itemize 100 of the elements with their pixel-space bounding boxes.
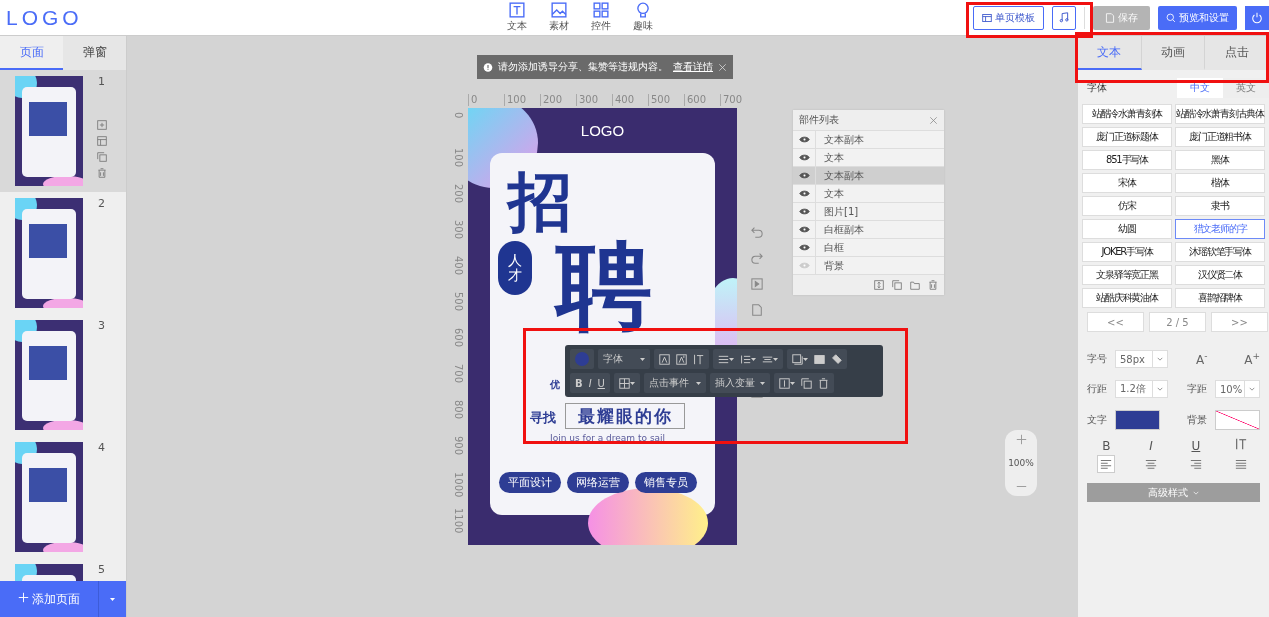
font-option[interactable]: 楷体	[1175, 173, 1265, 193]
font-option[interactable]: 喜鹊招牌体	[1175, 288, 1265, 308]
page-number: 5	[98, 563, 105, 576]
undo-button[interactable]	[751, 226, 763, 238]
font-option[interactable]: 庞门正道粗书体	[1175, 127, 1265, 147]
spacing-button[interactable]	[762, 353, 778, 365]
selected-headline[interactable]: 最耀眼的你	[565, 403, 685, 429]
font-option[interactable]: JOKER手写体	[1082, 242, 1172, 262]
format-button[interactable]: B	[1102, 438, 1111, 453]
page-item[interactable]: 4	[0, 436, 126, 558]
play-button[interactable]	[751, 278, 763, 290]
layer-name: 图片[1]	[823, 204, 859, 219]
copy-button[interactable]	[892, 280, 902, 290]
page-item[interactable]: 5	[0, 558, 126, 581]
close-icon	[718, 62, 727, 72]
background-color-swatch[interactable]	[1215, 410, 1260, 430]
alert-icon	[483, 61, 493, 73]
template-button[interactable]	[97, 136, 107, 146]
close-button[interactable]	[929, 115, 938, 125]
click-event-dropdown[interactable]: 点击事件	[643, 373, 706, 393]
shadow-button[interactable]	[792, 353, 808, 365]
align-button[interactable]	[718, 353, 734, 365]
delete-button[interactable]	[817, 377, 829, 389]
add-page-button[interactable]: 添加页面	[0, 581, 99, 617]
layer-name: 白框副本	[823, 222, 864, 237]
tool-button[interactable]: 趣味	[626, 2, 660, 33]
font-option[interactable]: 文泉驿等宽正黑	[1082, 265, 1172, 285]
copy-button[interactable]	[800, 377, 812, 389]
property-tab[interactable]: 文本	[1078, 36, 1142, 70]
layer-row[interactable]: 白框	[793, 238, 944, 256]
increase-font-button[interactable]: A$^{+}$	[1244, 351, 1260, 367]
panel-tab[interactable]: 弹窗	[63, 36, 126, 70]
layer-row[interactable]: 文本	[793, 148, 944, 166]
font-option[interactable]: 站酷冷水萧青刻体	[1082, 104, 1172, 124]
page-indicator: 2 / 5	[1149, 312, 1206, 332]
page-item[interactable]: 2	[0, 192, 126, 314]
eye-icon	[798, 224, 810, 235]
font-option[interactable]: 庞门正道标题体	[1082, 127, 1172, 147]
layer-row[interactable]: 图片[1]	[793, 202, 944, 220]
music-button[interactable]	[1052, 5, 1076, 30]
font-option[interactable]: 黑体	[1175, 150, 1265, 170]
tool-button[interactable]: 文本	[500, 2, 534, 33]
format-button[interactable]: B	[575, 377, 583, 389]
format-button[interactable]: I	[588, 377, 592, 389]
variable-dropdown[interactable]: 插入变量	[709, 373, 770, 393]
shrink-text-button[interactable]	[659, 353, 670, 365]
grow-text-button[interactable]	[676, 353, 687, 365]
tool-button[interactable]: 素材	[542, 2, 576, 33]
layer-row[interactable]: 文本	[793, 184, 944, 202]
font-option[interactable]: 851手写体	[1082, 150, 1172, 170]
preview-button[interactable]: 预览和设置	[1158, 5, 1237, 30]
tool-button[interactable]: 控件	[584, 2, 618, 33]
zoom-in-button[interactable]	[1015, 434, 1027, 445]
format-button[interactable]: I	[1149, 438, 1153, 453]
folder-button[interactable]	[910, 280, 920, 290]
power-button[interactable]	[1245, 5, 1269, 30]
layer-row[interactable]: 背景	[793, 256, 944, 274]
layer-row[interactable]: 文本副本	[793, 166, 944, 184]
details-link[interactable]: 查看详情	[673, 60, 713, 74]
letter-spacing-select[interactable]: 10%	[1215, 380, 1260, 398]
color-picker[interactable]	[575, 352, 589, 366]
redo-button[interactable]	[751, 252, 763, 264]
font-option[interactable]: 隶书	[1175, 196, 1265, 216]
next-button[interactable]: >>	[1211, 312, 1268, 332]
delete-button[interactable]	[928, 280, 938, 290]
text-box-button[interactable]	[814, 353, 825, 365]
font-option[interactable]: 幼圆	[1082, 219, 1172, 239]
font-option[interactable]: 汉仪贤二体	[1175, 265, 1265, 285]
vertical-text-button[interactable]	[693, 353, 704, 365]
font-option[interactable]: 站酷冷水萧青刻古典体	[1175, 104, 1265, 124]
page-item[interactable]: 3	[0, 314, 126, 436]
delete-button[interactable]	[97, 168, 107, 178]
layer-order-button[interactable]	[778, 377, 795, 389]
line-height-select[interactable]: 1.2倍	[1115, 380, 1168, 398]
page-item[interactable]: 1	[0, 70, 126, 192]
font-option[interactable]: 站酷庆科黄油体	[1082, 288, 1172, 308]
layer-row[interactable]: 文本副本	[793, 130, 944, 148]
font-option[interactable]: 仿宋	[1082, 196, 1172, 216]
font-option[interactable]: 沐瑶软笔手写体	[1175, 242, 1265, 262]
font-option[interactable]: 宋体	[1082, 173, 1172, 193]
copy-button[interactable]	[97, 152, 107, 162]
add-page-button[interactable]	[97, 120, 107, 130]
page-button[interactable]	[751, 304, 763, 316]
eye-icon	[798, 260, 810, 271]
line-height-button[interactable]	[740, 353, 756, 365]
font-dropdown[interactable]: 字体	[598, 349, 650, 369]
field-label: 字号	[1087, 352, 1107, 366]
decrease-font-button[interactable]: A$^{-}$	[1196, 351, 1208, 367]
format-button[interactable]: U	[1191, 438, 1201, 453]
font-option[interactable]: 猎文老师的字	[1175, 219, 1265, 239]
align-button[interactable]	[1097, 455, 1116, 473]
layer-row[interactable]: 白框副本	[793, 220, 944, 238]
previous-button[interactable]: <<	[1087, 312, 1144, 332]
align-button[interactable]	[874, 280, 884, 290]
font-size-select[interactable]: 58px	[1115, 350, 1168, 368]
text-color-swatch[interactable]	[1115, 410, 1160, 430]
template-button[interactable]: 单页模板	[973, 5, 1044, 30]
border-button[interactable]	[618, 377, 635, 389]
eraser-button[interactable]	[831, 353, 842, 365]
format-button[interactable]: U	[597, 377, 605, 389]
